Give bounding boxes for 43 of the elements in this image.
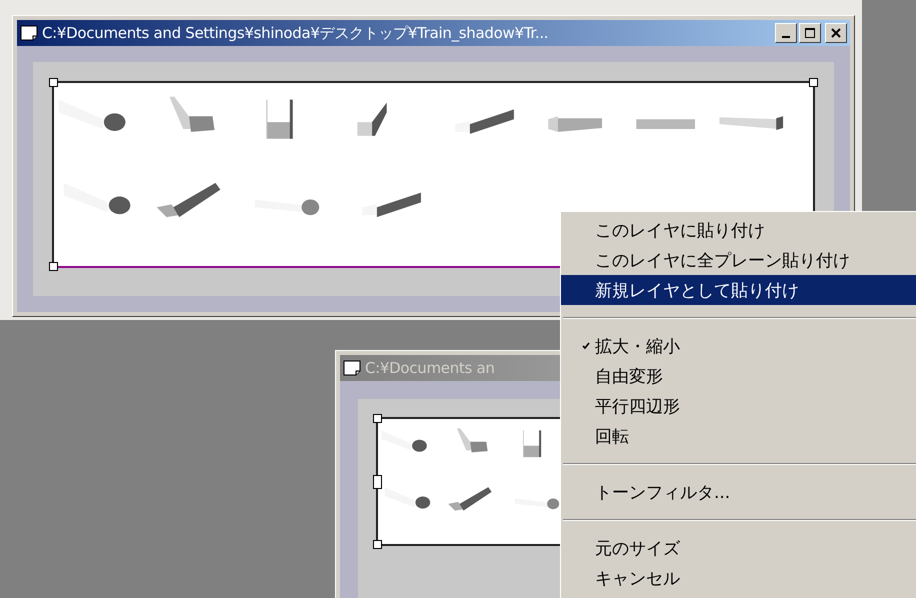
window-title: C:¥Documents an <box>365 359 495 377</box>
block-drawing <box>455 109 514 134</box>
minimize-button[interactable] <box>775 23 797 43</box>
document-icon <box>20 25 38 41</box>
block-drawing <box>362 192 421 218</box>
menu-item[interactable]: トーンフィルタ... <box>561 477 916 507</box>
block-drawing <box>448 487 492 511</box>
block-drawing <box>456 428 488 452</box>
block-drawing <box>523 430 542 458</box>
menu-item[interactable]: 自由変形 <box>561 361 916 391</box>
resize-handle[interactable] <box>373 540 382 549</box>
maximize-button[interactable] <box>799 23 821 43</box>
block-drawing <box>384 487 430 509</box>
document-icon <box>343 360 361 376</box>
close-button[interactable] <box>825 23 847 43</box>
menu-item[interactable]: 平行四辺形 <box>561 391 916 421</box>
menu-item[interactable]: 回転 <box>561 421 916 451</box>
resize-handle[interactable] <box>373 414 382 423</box>
resize-handle[interactable] <box>809 78 818 87</box>
block-drawing <box>381 430 427 452</box>
menu-item[interactable]: 拡大・縮小 <box>561 331 916 361</box>
menu-item[interactable]: 元のサイズ <box>561 533 916 563</box>
block-drawing <box>636 119 695 129</box>
block-drawing <box>357 102 387 136</box>
resize-handle[interactable] <box>49 78 58 87</box>
close-icon <box>831 28 841 38</box>
menu-item[interactable]: キャンセル <box>561 563 916 593</box>
block-drawing <box>548 116 602 132</box>
menu-item[interactable]: このレイヤに全プレーン貼り付け <box>561 245 916 275</box>
resize-handle[interactable] <box>49 262 58 271</box>
block-drawing <box>58 100 126 131</box>
menu-item[interactable]: 新規レイヤとして貼り付け <box>561 275 916 305</box>
resize-handle[interactable] <box>373 474 382 488</box>
block-drawing <box>719 116 784 130</box>
window-title: C:¥Documents and Settings¥shinoda¥デスクトップ¥Train_shadow¥Tr... <box>42 24 548 42</box>
block-drawing <box>266 100 293 139</box>
block-drawing <box>169 96 214 132</box>
minimize-icon <box>782 36 790 38</box>
maximize-icon <box>805 28 815 38</box>
block-drawing <box>156 182 220 218</box>
block-drawing <box>254 199 320 216</box>
menu-item[interactable]: このレイヤに貼り付け <box>561 215 916 245</box>
block-drawing <box>64 182 130 214</box>
